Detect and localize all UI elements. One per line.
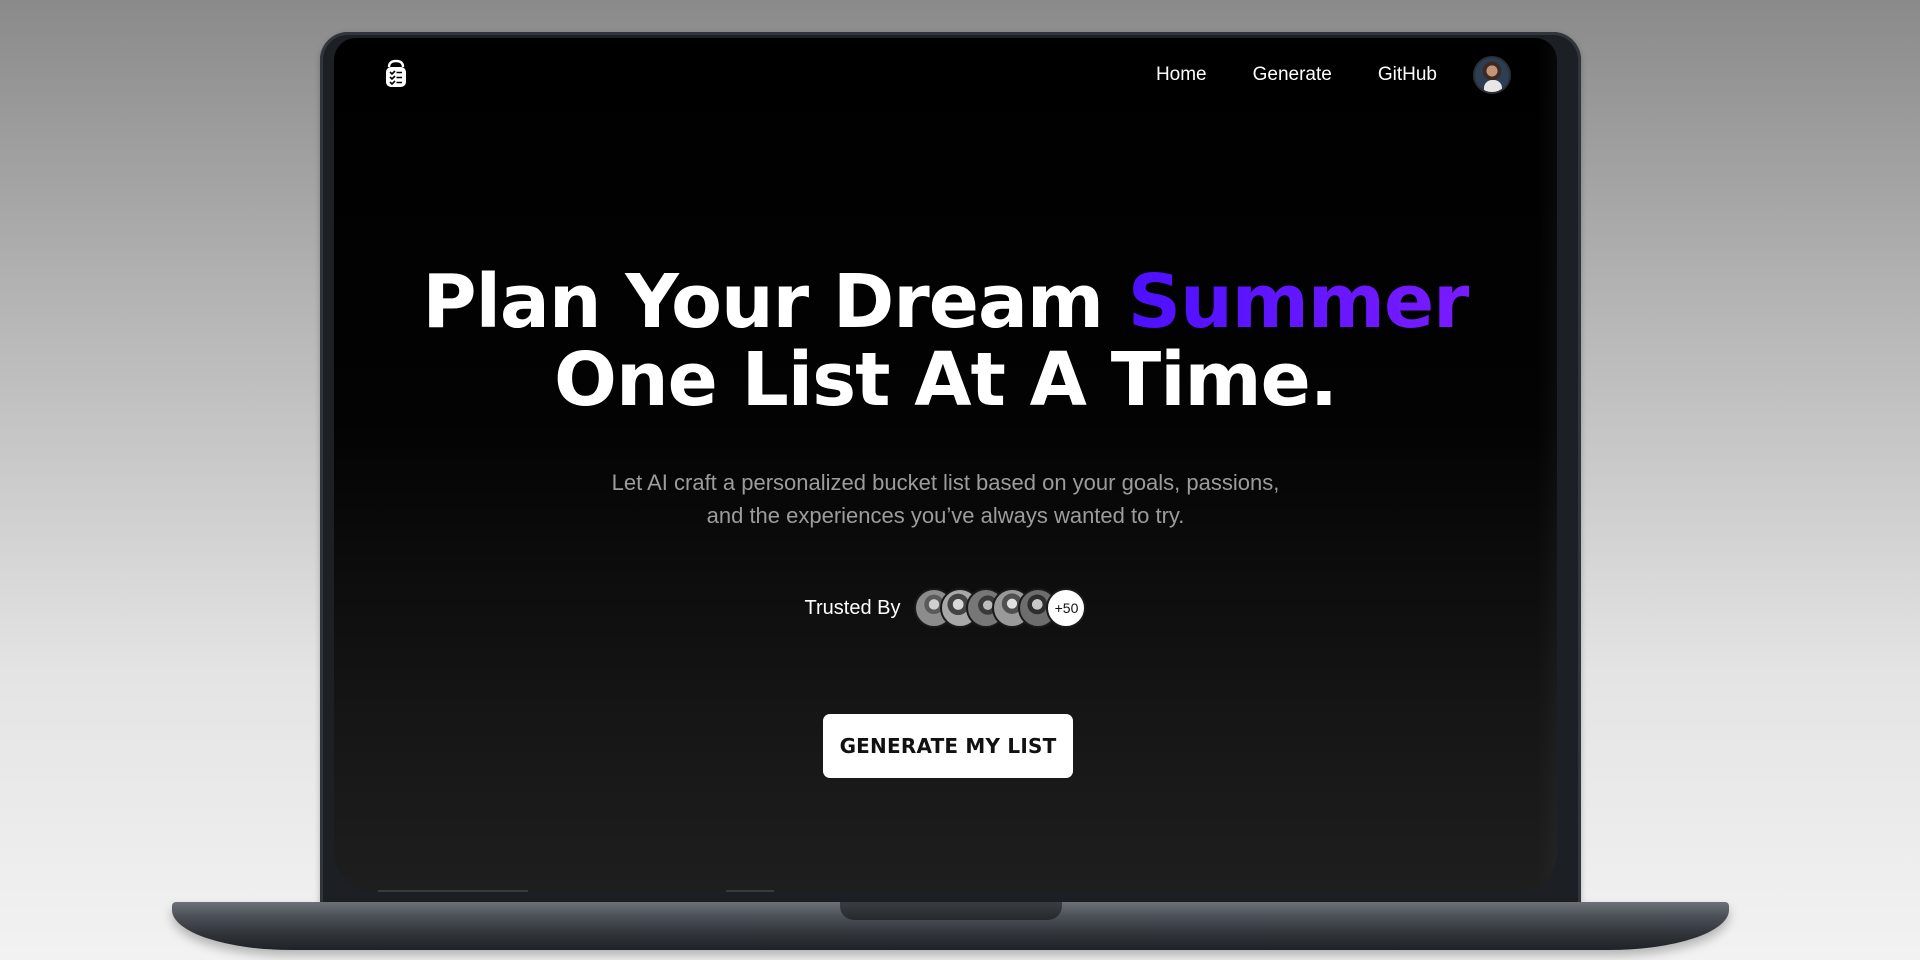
hero-subtitle-line2: and the experiences you’ve always wanted… bbox=[706, 503, 1185, 528]
trusted-avatars: +50 bbox=[914, 588, 1087, 628]
hero-title: Plan Your Dream Summer One List At A Tim… bbox=[334, 263, 1557, 419]
nav-link-generate[interactable]: Generate bbox=[1253, 64, 1332, 86]
nav-link-github[interactable]: GitHub bbox=[1378, 64, 1437, 86]
trusted-by-section: Trusted By +50 bbox=[334, 588, 1557, 628]
bucket-list-logo-icon[interactable] bbox=[382, 58, 410, 90]
browser-viewport: Home Generate GitHub Plan Your Dream Sum… bbox=[334, 38, 1557, 892]
screen-reflection bbox=[378, 890, 528, 892]
laptop-hinge-notch bbox=[840, 902, 1062, 920]
hero-subtitle-line1: Let AI craft a personalized bucket list … bbox=[611, 470, 1280, 495]
user-avatar[interactable] bbox=[1473, 56, 1511, 94]
hero-title-line2: One List At A Time. bbox=[554, 337, 1338, 423]
top-navigation: Home Generate GitHub bbox=[1156, 56, 1511, 94]
generate-my-list-button[interactable]: GENERATE MY LIST bbox=[823, 714, 1073, 778]
trusted-by-label: Trusted By bbox=[804, 596, 901, 619]
hero-title-part1: Plan Your Dream bbox=[422, 259, 1128, 345]
screen-reflection bbox=[726, 890, 774, 892]
nav-link-home[interactable]: Home bbox=[1156, 64, 1207, 86]
hero-subtitle: Let AI craft a personalized bucket list … bbox=[334, 466, 1557, 532]
hero-title-accent: Summer bbox=[1127, 259, 1470, 345]
trusted-count-badge: +50 bbox=[1046, 588, 1087, 628]
